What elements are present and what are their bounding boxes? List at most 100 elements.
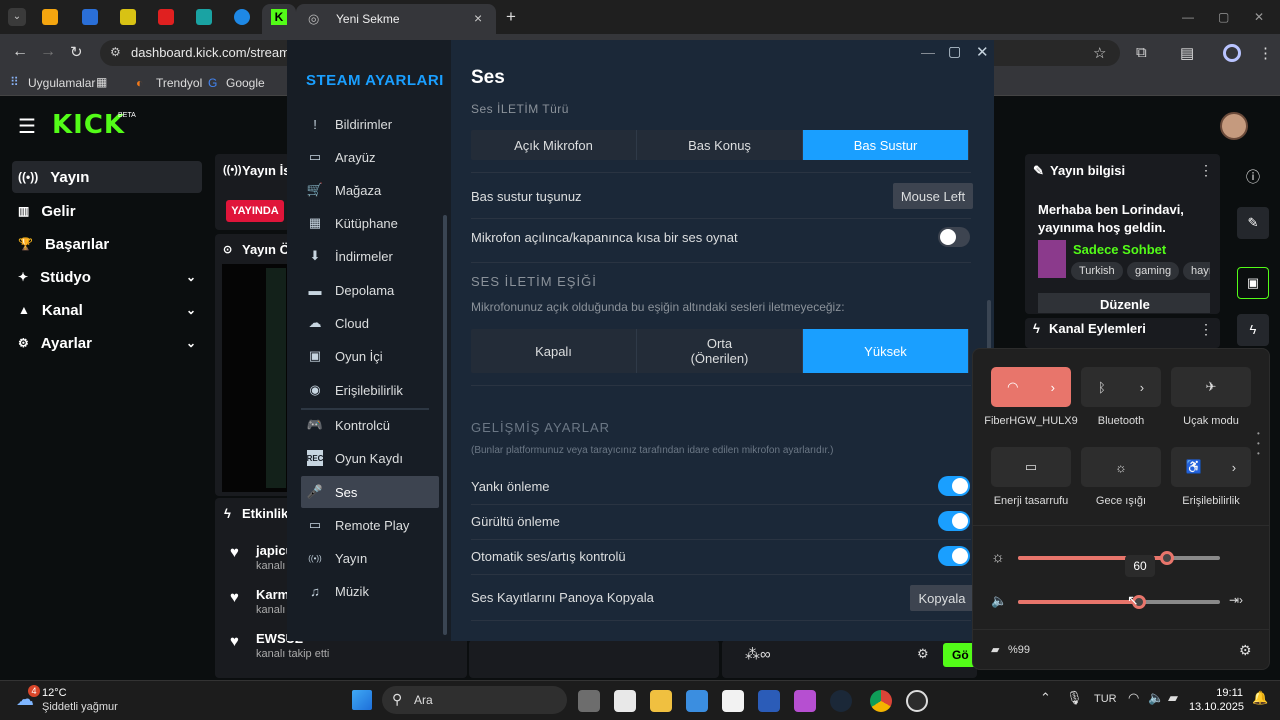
tag[interactable]: gaming — [1127, 262, 1180, 280]
file-explorer-icon[interactable] — [650, 690, 672, 712]
nav-achievements[interactable]: 🏆 Başarılar — [12, 228, 202, 260]
bookmark-trendyol[interactable]: Trendyol — [156, 76, 202, 90]
obs-icon[interactable] — [906, 690, 928, 712]
brightness-slider[interactable] — [1018, 551, 1220, 565]
maximize-icon[interactable]: ▢ — [948, 43, 961, 60]
tab-search-button[interactable]: ⌄ — [8, 8, 26, 26]
new-tab-icon[interactable]: + — [506, 7, 516, 27]
pinned-tab-icon[interactable] — [120, 9, 136, 25]
bookmark-apps[interactable]: Uygulamalar — [28, 76, 95, 90]
emote-icon[interactable]: ⁂∞ — [745, 645, 771, 663]
chrome-icon[interactable] — [870, 690, 892, 712]
tab-grid-icon[interactable]: ▦ — [96, 75, 107, 89]
sidebar-item-music[interactable]: ♫ Müzik — [301, 575, 441, 607]
chevron-right-icon[interactable]: › — [1051, 380, 1055, 395]
mic-icon[interactable]: 🎙 — [1066, 690, 1083, 706]
camera-tool-button[interactable]: ▣ — [1237, 267, 1269, 299]
sidebar-item-cloud[interactable]: ☁ Cloud — [301, 307, 441, 339]
site-info-icon[interactable]: ⚙ — [110, 45, 121, 59]
activity-user[interactable]: Karm — [256, 587, 289, 602]
lightning-tool-button[interactable]: ϟ — [1237, 314, 1269, 346]
panel-menu-icon[interactable]: ⋮ — [1199, 321, 1213, 338]
pencil-tool-button[interactable]: ✎ — [1237, 207, 1269, 239]
nav-settings[interactable]: ⚙ Ayarlar ⌄ — [12, 327, 202, 359]
taskbar-search[interactable]: ⚲ Ara — [382, 686, 567, 714]
energy-saver-tile[interactable]: ▭ — [991, 447, 1071, 487]
file-icon[interactable] — [614, 690, 636, 712]
panel-menu-icon[interactable]: ⋮ — [1199, 162, 1213, 179]
sidebar-item-remote-play[interactable]: ▭ Remote Play — [301, 509, 441, 541]
pinned-tab-icon[interactable] — [158, 9, 174, 25]
sidebar-item-store[interactable]: 🛒 Mağaza — [301, 174, 441, 206]
page-dots[interactable]: • • • — [1257, 429, 1263, 469]
accessibility-tile[interactable]: ♿ › — [1171, 447, 1251, 487]
noise-suppress-toggle[interactable] — [938, 511, 970, 531]
pinned-tab-icon[interactable] — [82, 9, 98, 25]
threshold-high[interactable]: Yüksek — [803, 329, 969, 373]
chevron-right-icon[interactable]: › — [1232, 460, 1236, 475]
play-sound-toggle[interactable] — [938, 227, 970, 247]
threshold-off[interactable]: Kapalı — [471, 329, 637, 373]
media-icon[interactable] — [794, 690, 816, 712]
menu-dots-icon[interactable]: ⋮ — [1258, 44, 1273, 62]
steam-icon[interactable] — [830, 690, 852, 712]
sidebar-item-controller[interactable]: 🎮 Kontrolcü — [301, 409, 441, 441]
chevron-right-icon[interactable]: › — [1140, 380, 1144, 395]
input-language[interactable]: TUR — [1094, 693, 1117, 705]
option-open-mic[interactable]: Açık Mikrofon — [471, 130, 637, 160]
tag[interactable]: Turkish — [1071, 262, 1123, 280]
battery-icon[interactable]: ▰ — [1168, 690, 1178, 706]
sidebar-scrollbar[interactable] — [443, 215, 447, 635]
clock-date[interactable]: 13.10.2025 — [1184, 701, 1244, 713]
weather-desc[interactable]: Şiddetli yağmur — [42, 701, 118, 713]
back-icon[interactable]: ← — [12, 43, 28, 61]
notification-bell-icon[interactable]: 🔔 — [1252, 690, 1268, 706]
kick-logo[interactable]: KICK — [52, 110, 125, 140]
reload-icon[interactable]: ↻ — [70, 43, 83, 61]
nav-revenue[interactable]: ▥ Gelir — [12, 195, 202, 227]
sidepanel-icon[interactable]: ▤ — [1180, 44, 1194, 62]
network-icon[interactable]: ◠ — [1128, 690, 1139, 706]
nav-studio[interactable]: ✦ Stüdyo ⌄ — [12, 261, 202, 293]
clock-time[interactable]: 19:11 — [1203, 687, 1243, 699]
category-name[interactable]: Sadece Sohbet — [1073, 242, 1166, 257]
bluetooth-tile[interactable]: ᛒ › — [1081, 367, 1161, 407]
wifi-tile[interactable]: ◠ › — [991, 367, 1071, 407]
store-icon[interactable] — [686, 690, 708, 712]
echo-cancel-toggle[interactable] — [938, 476, 970, 496]
user-avatar[interactable] — [1220, 112, 1248, 140]
chat-settings-icon[interactable]: ⚙ — [917, 646, 929, 662]
nav-stream[interactable]: ((•)) Yayın — [12, 161, 202, 193]
sidebar-item-interface[interactable]: ▭ Arayüz — [301, 141, 441, 173]
sidebar-item-accessibility[interactable]: ◉ Erişilebilirlik — [301, 374, 441, 406]
option-push-to-mute[interactable]: Bas Sustur — [803, 130, 969, 160]
close-tab-icon[interactable]: × — [474, 10, 482, 26]
start-button[interactable] — [352, 690, 372, 710]
pinned-tab-icon[interactable] — [234, 9, 250, 25]
notion-icon[interactable] — [722, 690, 744, 712]
minimize-icon[interactable]: — — [921, 44, 935, 60]
weather-temp[interactable]: 12°C — [42, 687, 67, 699]
night-light-tile[interactable]: ☼ — [1081, 447, 1161, 487]
extensions-icon[interactable]: ⧉ — [1136, 44, 1147, 61]
sidebar-item-storage[interactable]: ▬ Depolama — [301, 274, 441, 306]
maximize-icon[interactable]: ▢ — [1218, 10, 1229, 24]
nav-channel[interactable]: ▲ Kanal ⌄ — [12, 294, 202, 326]
brightness-thumb[interactable] — [1160, 551, 1174, 565]
airplane-tile[interactable]: ✈ — [1171, 367, 1251, 407]
minimize-icon[interactable]: — — [1182, 10, 1194, 24]
close-icon[interactable]: ✕ — [976, 43, 989, 61]
audio-output-icon[interactable]: ⇥› — [1229, 593, 1243, 607]
speaker-icon[interactable]: 🔈 — [1148, 690, 1164, 706]
sidebar-item-library[interactable]: ▦ Kütüphane — [301, 207, 441, 239]
task-view-icon[interactable] — [578, 690, 600, 712]
tag[interactable]: hayı — [1183, 262, 1210, 280]
kick-tab[interactable]: K — [262, 4, 296, 34]
profile-icon[interactable] — [1223, 44, 1241, 62]
sidebar-item-recording[interactable]: REC Oyun Kaydı — [301, 442, 441, 474]
close-window-icon[interactable]: ✕ — [1254, 10, 1264, 24]
hamburger-icon[interactable]: ☰ — [18, 114, 36, 139]
edit-stream-button[interactable]: Düzenle — [1038, 293, 1210, 313]
sidebar-item-ingame[interactable]: ▣ Oyun İçi — [301, 340, 441, 372]
ptm-key-button[interactable]: Mouse Left — [893, 183, 973, 209]
